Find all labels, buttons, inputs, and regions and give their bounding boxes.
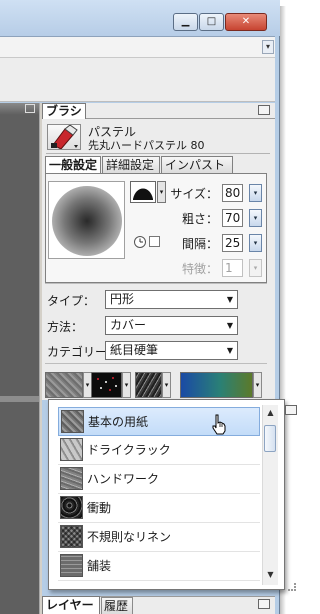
list-item-label: 不規則なリネン — [87, 530, 172, 544]
feature-dropdown: ▾ — [249, 259, 262, 277]
brush-shape-icon — [133, 188, 153, 200]
type-value: 円形 — [110, 292, 135, 306]
list-item-label: ドライクラック — [87, 443, 171, 457]
toolbar-strip — [0, 58, 275, 102]
method-value: カバー — [110, 318, 147, 332]
tab-layer[interactable]: レイヤー — [42, 596, 100, 614]
brush-pattern-dropdown[interactable]: ▾ — [122, 372, 131, 398]
paper-basic-icon — [61, 410, 84, 433]
tab-impasto[interactable]: インパスト — [161, 156, 233, 173]
resize-grip-icon[interactable] — [288, 583, 296, 591]
method-select[interactable]: カバー ▼ — [105, 316, 238, 335]
tab-history[interactable]: 履歴 — [101, 597, 133, 614]
grain-texture-dropdown[interactable]: ▾ — [162, 372, 171, 398]
gradient-swatch[interactable] — [180, 372, 253, 398]
pointer-hand-icon — [210, 413, 228, 435]
category-value: 紙目硬筆 — [110, 343, 159, 357]
panel-menu-icon[interactable] — [258, 599, 270, 609]
paper-pavement-icon — [60, 554, 83, 577]
list-item[interactable]: 舗装 — [58, 552, 260, 581]
category-label: カテゴリー — [47, 345, 108, 359]
list-item[interactable]: ドライクラック — [58, 436, 260, 465]
tab-detail-settings[interactable]: 詳細設定 — [102, 156, 160, 173]
size-input[interactable]: 80 — [222, 184, 243, 202]
param-spacing-label: 間隔： — [181, 237, 218, 251]
chevron-down-icon: ▼ — [226, 346, 233, 355]
menu-overflow-button[interactable]: ▾ — [262, 40, 274, 54]
panel-tab-line — [86, 118, 275, 119]
brush-pattern-swatch[interactable] — [91, 372, 122, 398]
brush-shape-selector[interactable] — [130, 181, 156, 203]
list-item[interactable]: 基本の用紙 — [58, 407, 260, 436]
chevron-down-icon: ▼ — [226, 295, 233, 304]
size-dropdown[interactable]: ▾ — [249, 184, 262, 202]
pointer-hand-icon — [212, 414, 226, 435]
maximize-button[interactable]: □ — [199, 13, 224, 31]
minimize-button[interactable]: ▁ — [173, 13, 198, 31]
type-label: タイプ： — [47, 294, 96, 308]
left-panel-divider — [0, 396, 39, 402]
scroll-up-button[interactable]: ▲ — [263, 405, 278, 421]
panel-menu-icon[interactable] — [258, 105, 270, 115]
divider — [45, 363, 267, 364]
grain-texture-swatch[interactable] — [135, 372, 162, 398]
spacing-input[interactable]: 25 — [222, 234, 243, 252]
pastel-brush-icon[interactable] — [47, 124, 81, 150]
scroll-thumb[interactable] — [264, 425, 276, 452]
paper-impulse-icon — [60, 496, 83, 519]
feature-input: 1 — [222, 259, 243, 277]
paper-dry-crack-icon — [60, 438, 83, 461]
pressure-icon — [134, 236, 146, 248]
tab-brush[interactable]: ブラシ — [42, 103, 86, 119]
close-button[interactable]: ✕ — [225, 13, 267, 31]
left-panel — [0, 115, 39, 614]
gradient-dropdown[interactable]: ▾ — [253, 372, 262, 398]
panel-menu-icon[interactable] — [285, 405, 297, 415]
list-item-label: 基本の用紙 — [88, 415, 149, 429]
maximize-icon: □ — [206, 16, 217, 27]
list-item[interactable]: ハンドワーク — [58, 465, 260, 494]
paper-texture-swatch[interactable] — [45, 372, 83, 398]
chevron-down-icon: ▼ — [226, 321, 233, 330]
pattern-dots-icon — [97, 377, 117, 391]
category-select[interactable]: 紙目硬筆 ▼ — [105, 341, 238, 360]
spacing-dropdown[interactable]: ▾ — [249, 234, 262, 252]
paper-linen-icon — [60, 525, 83, 548]
pastel-brush-icon — [51, 124, 78, 150]
param-feature-label: 特徴： — [181, 262, 218, 276]
list-item-label: ハンドワーク — [87, 472, 160, 486]
roughness-dropdown[interactable]: ▾ — [249, 209, 262, 227]
brush-preview-dab — [52, 186, 122, 256]
list-item[interactable]: 衝動 — [58, 494, 260, 523]
brush-variant: 先丸ハードパステル 80 — [88, 139, 205, 152]
param-roughness-label: 粗さ： — [181, 212, 218, 226]
paper-handwork-icon — [60, 467, 83, 490]
tab-general-settings[interactable]: 一般設定 — [45, 156, 101, 174]
roughness-input[interactable]: 70 — [222, 209, 243, 227]
method-label: 方法： — [47, 320, 84, 334]
param-size-label: サイズ： — [170, 187, 218, 201]
panel-menu-icon[interactable] — [25, 104, 35, 113]
list-item-label: 舗装 — [87, 559, 112, 573]
type-select[interactable]: 円形 ▼ — [105, 290, 238, 309]
pressure-icon-glyph — [139, 238, 143, 243]
close-icon: ✕ — [241, 16, 251, 27]
list-item-label: 衝動 — [87, 501, 112, 515]
divider — [45, 283, 267, 284]
menu-bar — [0, 36, 275, 58]
scroll-down-button[interactable]: ▼ — [263, 567, 278, 583]
pressure-checkbox[interactable] — [149, 236, 160, 247]
list-item[interactable]: 不規則なリネン — [58, 523, 260, 552]
minimize-icon: ▁ — [181, 16, 190, 27]
